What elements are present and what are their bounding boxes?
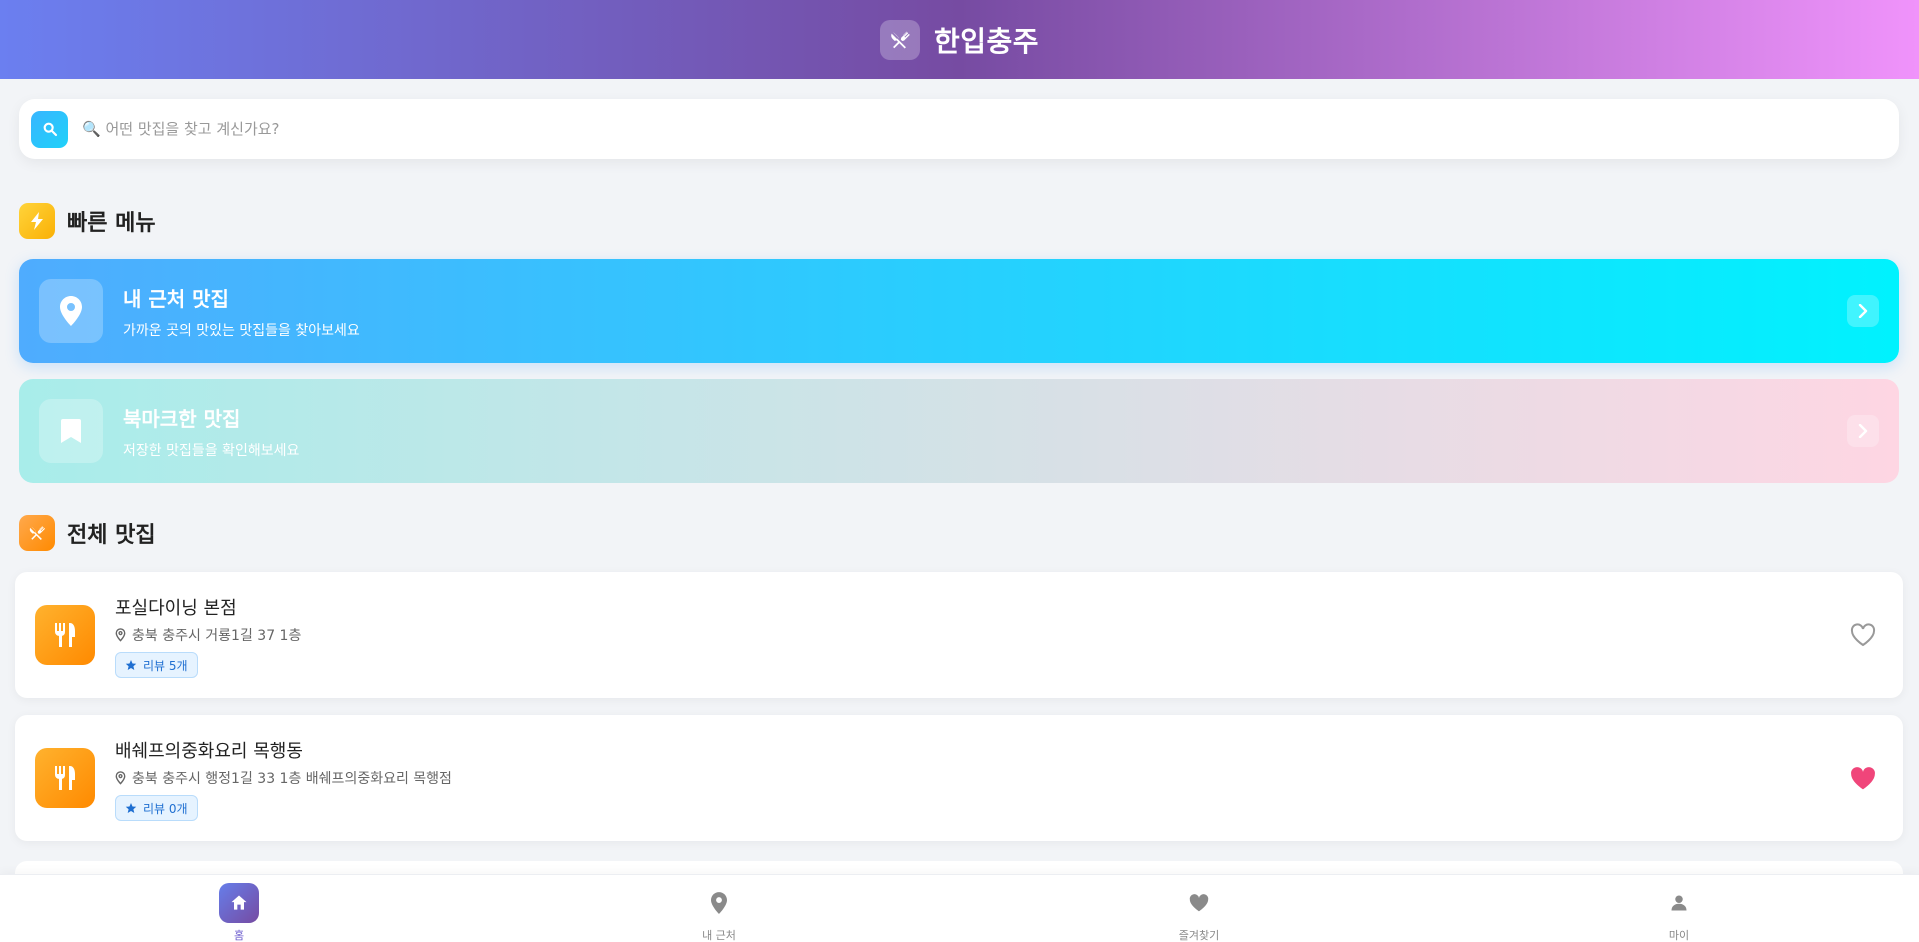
map-pin-icon — [115, 628, 126, 642]
fork-knife-icon — [19, 515, 55, 551]
restaurant-address: 충북 충주시 거룡1길 37 1층 — [115, 625, 301, 645]
search-input[interactable] — [82, 120, 1899, 138]
search-bar — [19, 99, 1899, 159]
restaurant-name: 배쉐프의중화요리 목행동 — [115, 741, 303, 762]
bookmarked-restaurants-card[interactable]: 북마크한 맛집 저장한 맛집들을 확인해보세요 — [19, 379, 1899, 483]
chevron-right-icon[interactable] — [1847, 415, 1879, 447]
restaurant-address: 충북 충주시 행정1길 33 1층 배쉐프의중화요리 목행점 — [115, 768, 452, 788]
all-restaurants-heading: 전체 맛집 — [19, 515, 156, 551]
nav-label: 즐겨찾기 — [1178, 929, 1220, 942]
nearby-restaurants-card[interactable]: 내 근처 맛집 가까운 곳의 맛있는 맛집들을 찾아보세요 — [19, 259, 1899, 363]
lightning-icon — [19, 203, 55, 239]
bottom-nav: 홈 내 근처 즐겨찾기 마이 — [0, 874, 1919, 942]
fork-knife-icon — [879, 19, 920, 60]
heart-icon — [1179, 883, 1219, 923]
nav-my[interactable]: 마이 — [1619, 883, 1739, 942]
heart-filled-icon[interactable] — [1849, 764, 1877, 792]
utensils-icon — [35, 748, 95, 808]
home-icon — [219, 883, 259, 923]
restaurant-card[interactable]: 포실다이닝 본점 충북 충주시 거룡1길 37 1층 리뷰 5개 — [15, 572, 1903, 698]
card-title: 내 근처 맛집 — [123, 286, 229, 311]
card-subtitle: 저장한 맛집들을 확인해보세요 — [123, 442, 300, 459]
restaurant-card[interactable]: 배쉐프의중화요리 목행동 충북 충주시 행정1길 33 1층 배쉐프의중화요리 … — [15, 715, 1903, 841]
section-title: 전체 맛집 — [67, 523, 156, 548]
address-text: 충북 충주시 거룡1길 37 1층 — [132, 628, 302, 644]
nav-home[interactable]: 홈 — [179, 883, 299, 942]
review-badge: 리뷰 5개 — [115, 652, 198, 678]
map-pin-icon — [699, 883, 739, 923]
quick-menu-heading: 빠른 메뉴 — [19, 203, 156, 239]
map-pin-icon — [115, 771, 126, 785]
star-icon — [125, 660, 137, 670]
user-icon — [1659, 883, 1699, 923]
star-icon — [125, 803, 137, 813]
review-count: 리뷰 0개 — [143, 801, 188, 816]
nav-favorites[interactable]: 즐겨찾기 — [1139, 883, 1259, 942]
app-header: 한입충주 — [0, 0, 1919, 79]
app-title: 한입충주 — [933, 24, 1040, 58]
nav-label: 마이 — [1668, 929, 1690, 942]
address-text: 충북 충주시 행정1길 33 1층 배쉐프의중화요리 목행점 — [132, 771, 452, 787]
review-badge: 리뷰 0개 — [115, 795, 198, 821]
bookmark-icon — [39, 399, 103, 463]
review-count: 리뷰 5개 — [143, 658, 188, 673]
chevron-right-icon[interactable] — [1847, 295, 1879, 327]
restaurant-name: 포실다이닝 본점 — [115, 598, 237, 619]
nav-label: 내 근처 — [702, 929, 736, 942]
heart-icon[interactable] — [1849, 621, 1877, 649]
map-pin-icon — [39, 279, 103, 343]
nav-label: 홈 — [233, 929, 245, 942]
search-icon[interactable] — [31, 110, 68, 148]
card-subtitle: 가까운 곳의 맛있는 맛집들을 찾아보세요 — [123, 322, 360, 339]
nav-nearby[interactable]: 내 근처 — [659, 883, 779, 942]
card-title: 북마크한 맛집 — [123, 406, 241, 431]
section-title: 빠른 메뉴 — [67, 211, 156, 236]
utensils-icon — [35, 605, 95, 665]
